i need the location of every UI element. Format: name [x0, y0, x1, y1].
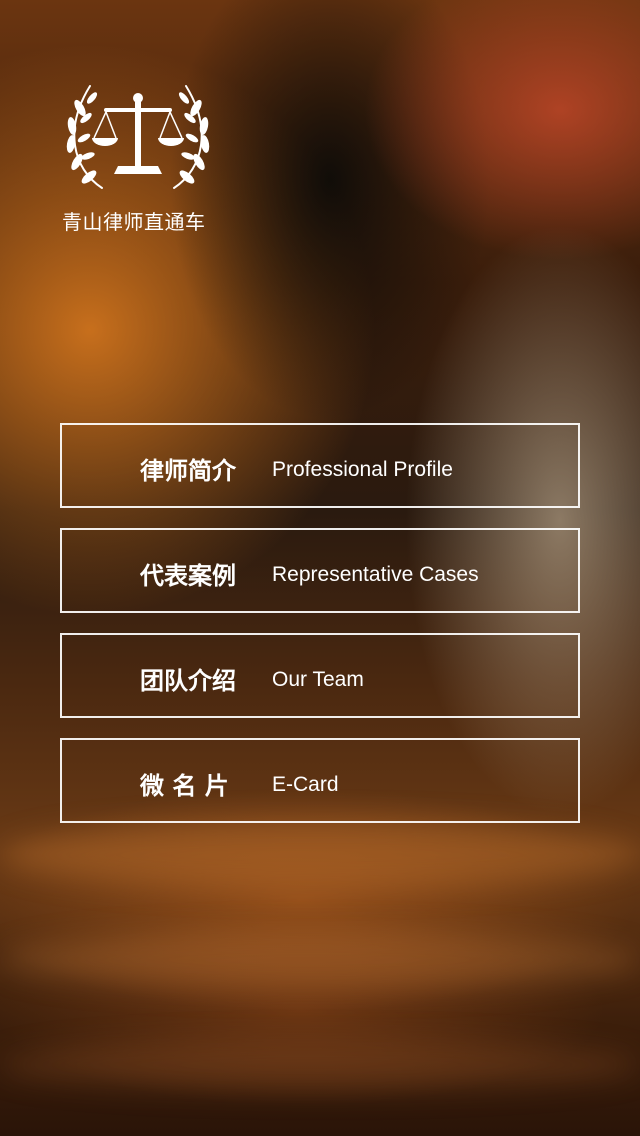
- menu-item-title-en: Representative Cases: [272, 563, 479, 586]
- menu-item-title-en: Professional Profile: [272, 458, 453, 481]
- background-band: [0, 1040, 640, 1090]
- menu-item-title-en: Our Team: [272, 668, 364, 691]
- menu-item-professional-profile[interactable]: 律师简介 Professional Profile: [60, 423, 580, 508]
- menu-item-our-team[interactable]: 团队介绍 Our Team: [60, 633, 580, 718]
- menu-item-title-cn: 微 名 片: [140, 772, 229, 800]
- menu-item-e-card[interactable]: 微 名 片 E-Card: [60, 738, 580, 823]
- brand-name: 青山律师直通车: [62, 210, 206, 234]
- brand-logo: 青山律师直通车: [62, 78, 214, 234]
- menu-item-title-en: E-Card: [272, 773, 339, 796]
- menu-item-title-cn: 代表案例: [140, 562, 236, 590]
- menu-item-title-cn: 律师简介: [140, 457, 236, 485]
- main-menu: 律师简介 Professional Profile 代表案例 Represent…: [60, 423, 580, 843]
- menu-item-title-cn: 团队介绍: [140, 667, 236, 695]
- background-band: [0, 930, 640, 990]
- scales-of-justice-laurel-icon: [66, 85, 210, 189]
- menu-item-representative-cases[interactable]: 代表案例 Representative Cases: [60, 528, 580, 613]
